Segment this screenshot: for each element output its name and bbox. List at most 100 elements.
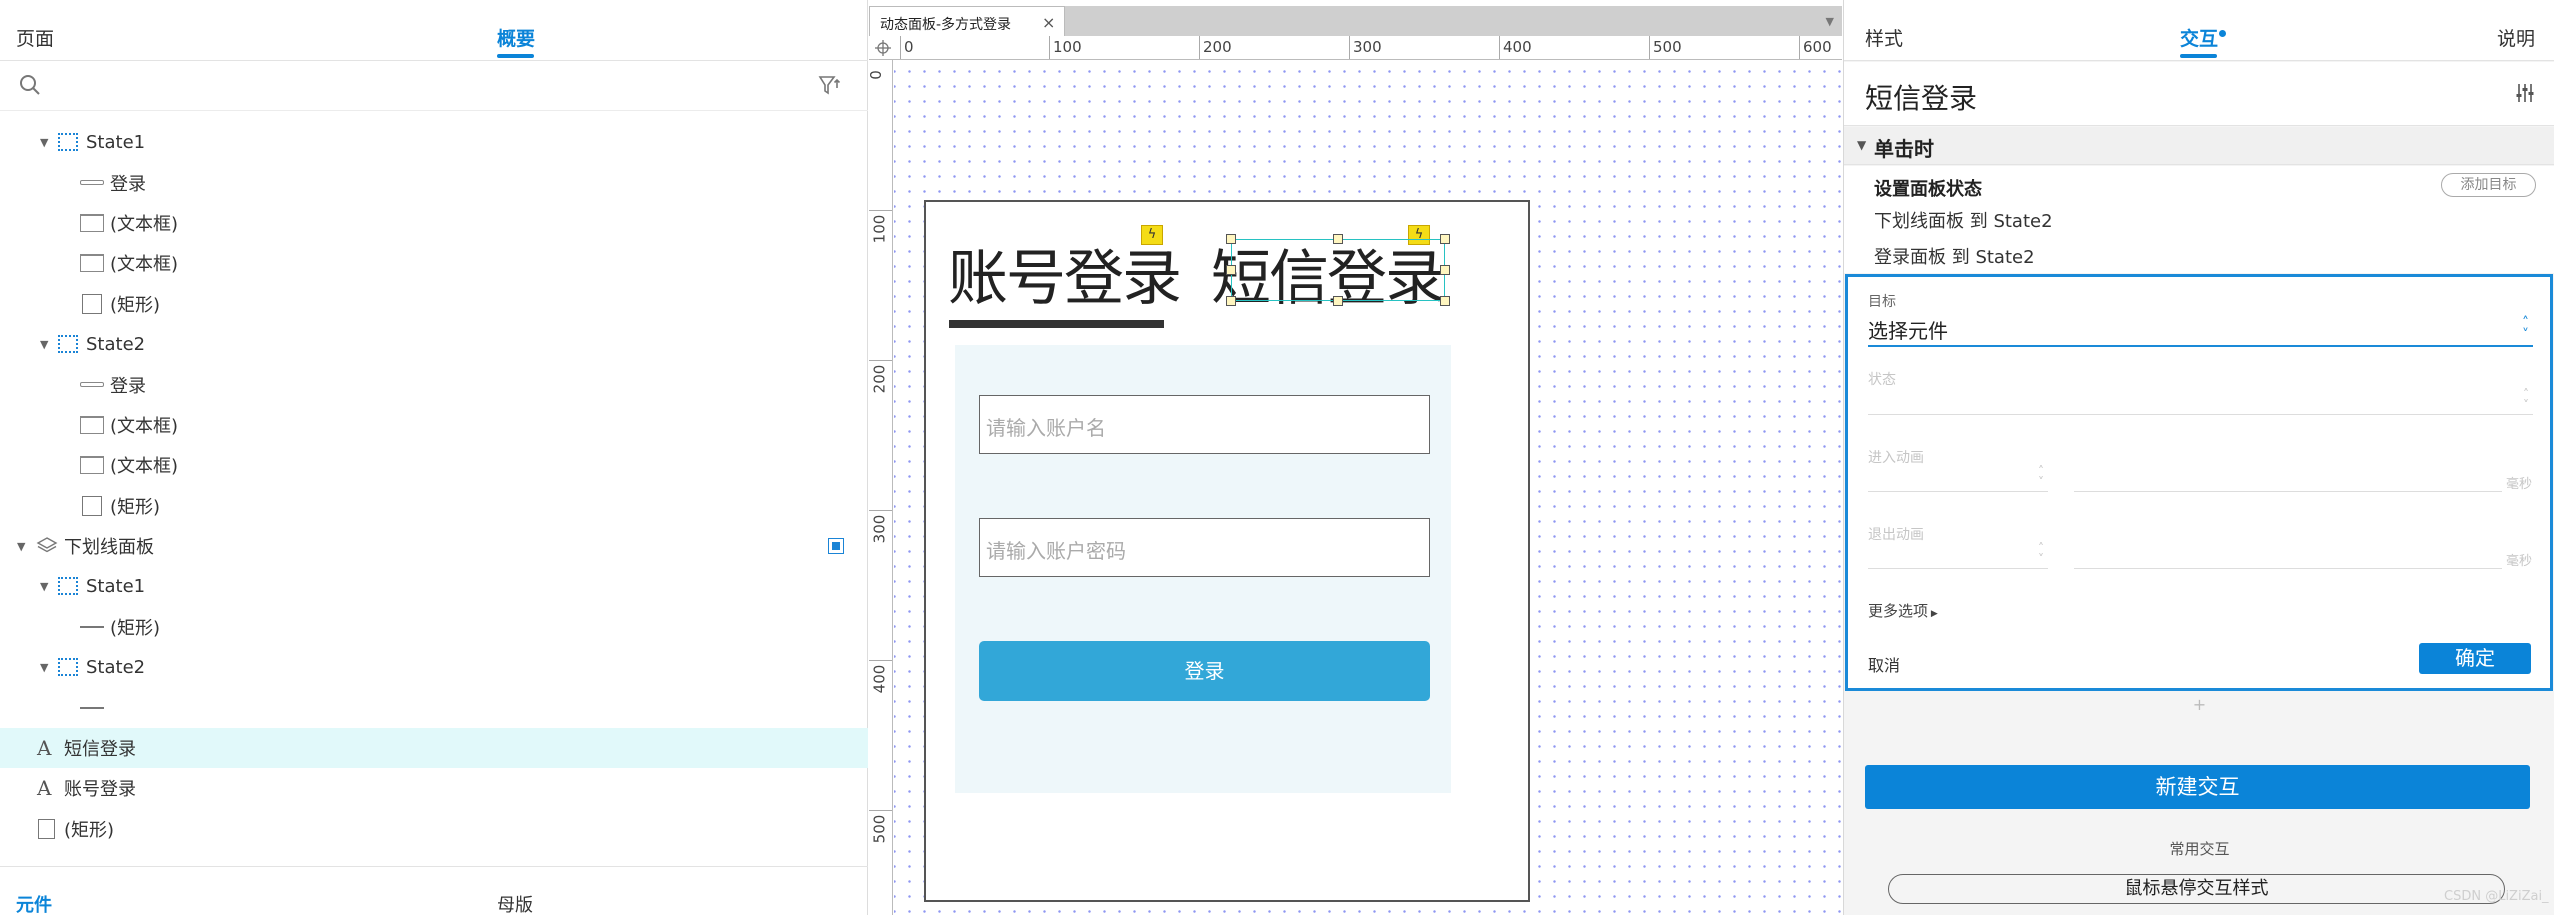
tree-row-textbox[interactable]: (文本框) bbox=[0, 445, 868, 485]
action-set-panel-state[interactable]: 设置面板状态 添加目标 下划线面板 到 State2 登录面板 到 State2 bbox=[1844, 166, 2554, 273]
tree-row-state1[interactable]: ▼ State1 bbox=[0, 566, 868, 606]
ruler-tick bbox=[900, 36, 901, 59]
ms-unit-label: 毫秒 bbox=[2506, 554, 2533, 569]
new-interaction-button[interactable]: 新建交互 bbox=[1865, 765, 2530, 809]
resize-handle[interactable] bbox=[1226, 234, 1236, 244]
ok-button[interactable]: 确定 bbox=[2419, 643, 2531, 674]
resize-handle[interactable] bbox=[1226, 265, 1236, 275]
action-title: 设置面板状态 bbox=[1874, 179, 1982, 200]
tab-masters[interactable]: 母版 bbox=[497, 891, 533, 915]
ruler-label: 200 bbox=[1203, 38, 1232, 56]
tree-row-rect[interactable]: (矩形) bbox=[0, 809, 868, 849]
dynamic-panel-frame[interactable]: 账号登录 ϟ 短信登录 ϟ 请输入账户名 请输入账户密码 登录 bbox=[924, 200, 1530, 902]
tree-row-textbox[interactable]: (文本框) bbox=[0, 405, 868, 445]
selection-box bbox=[1231, 239, 1445, 301]
collapse-arrow-icon[interactable]: ▼ bbox=[1857, 138, 1866, 152]
resize-handle[interactable] bbox=[1440, 296, 1450, 306]
tree-row-underline-panel[interactable]: ▼ 下划线面板 bbox=[0, 526, 868, 566]
login-button[interactable]: 登录 bbox=[979, 641, 1430, 701]
more-options-toggle[interactable]: 更多选项 ▶ bbox=[1868, 600, 1938, 621]
state-label: 状态 bbox=[1868, 372, 1896, 388]
text-icon: A bbox=[37, 776, 52, 801]
textbox-icon bbox=[80, 415, 104, 434]
add-action-icon[interactable]: + bbox=[1844, 692, 2554, 717]
settings-sliders-icon[interactable] bbox=[2514, 82, 2536, 104]
resize-handle[interactable] bbox=[1333, 234, 1343, 244]
enter-animation-label: 进入动画 bbox=[1868, 450, 1924, 466]
state-icon bbox=[58, 133, 78, 152]
left-bottom-tabs: 元件 母版 bbox=[0, 866, 868, 915]
password-input[interactable]: 请输入账户密码 bbox=[979, 518, 1430, 577]
tree-row-line-rect[interactable]: (矩形) bbox=[0, 607, 868, 647]
unsaved-dot-icon bbox=[2219, 30, 2226, 37]
login-panel[interactable]: 请输入账户名 请输入账户密码 登录 bbox=[955, 345, 1451, 793]
tree-row-line[interactable] bbox=[0, 687, 868, 727]
textbox-icon bbox=[80, 254, 104, 273]
tab-outline[interactable]: 概要 bbox=[497, 24, 535, 51]
tab-underline-bar[interactable] bbox=[949, 320, 1164, 328]
exit-duration-input[interactable] bbox=[2074, 543, 2502, 569]
tree-row-state1[interactable]: ▼ State1 bbox=[0, 122, 868, 162]
exit-animation-select[interactable]: ˄ ˅ bbox=[1868, 542, 2048, 569]
add-target-button[interactable]: 添加目标 bbox=[2441, 173, 2536, 197]
target-select[interactable]: 选择元件 ˄ ˅ bbox=[1868, 315, 2533, 347]
tree-row-rect[interactable]: (矩形) bbox=[0, 486, 868, 526]
right-tab-bar: 样式 交互 说明 bbox=[1844, 0, 2554, 61]
resize-handle[interactable] bbox=[1333, 296, 1343, 306]
tree-row-textbox[interactable]: (文本框) bbox=[0, 243, 868, 283]
state-icon bbox=[58, 658, 78, 677]
tree-row-rect[interactable]: (矩形) bbox=[0, 284, 868, 324]
resize-handle[interactable] bbox=[1440, 234, 1450, 244]
outline-search-bar[interactable] bbox=[0, 61, 868, 111]
resize-handle[interactable] bbox=[1226, 296, 1236, 306]
line-icon bbox=[80, 706, 104, 709]
hover-style-button[interactable]: 鼠标悬停交互样式 bbox=[1888, 874, 2505, 904]
tree-row-sms-login[interactable]: A 短信登录 bbox=[0, 727, 868, 769]
tab-notes[interactable]: 说明 bbox=[2497, 24, 2535, 51]
watermark: CSDN @LiZiZai_ bbox=[2444, 889, 2549, 904]
tab-interactions[interactable]: 交互 bbox=[2180, 24, 2218, 51]
rect-icon bbox=[38, 818, 55, 839]
resize-handle[interactable] bbox=[1440, 265, 1450, 275]
tree-row-login-button[interactable]: 登录 bbox=[0, 364, 868, 404]
enter-duration-input[interactable] bbox=[2074, 466, 2502, 492]
close-icon[interactable]: × bbox=[1042, 13, 1055, 32]
ruler-corner[interactable] bbox=[869, 36, 899, 60]
collapse-arrow-icon[interactable]: ▼ bbox=[40, 338, 48, 351]
tree-row-textbox[interactable]: (文本框) bbox=[0, 203, 868, 243]
tab-widgets[interactable]: 元件 bbox=[16, 891, 52, 915]
tree-row-state2[interactable]: ▼ State2 bbox=[0, 324, 868, 364]
common-interactions-label: 常用交互 bbox=[2169, 840, 2230, 858]
tab-style[interactable]: 样式 bbox=[1865, 24, 1903, 51]
enter-animation-select[interactable]: ˄ ˅ bbox=[1868, 465, 2048, 492]
tab-outline-underline bbox=[497, 54, 534, 58]
ruler-label: 500 bbox=[1653, 38, 1682, 56]
ruler-label: 300 bbox=[1353, 38, 1382, 56]
textbox-icon bbox=[80, 213, 104, 232]
collapse-arrow-icon[interactable]: ▼ bbox=[40, 661, 48, 674]
state-select[interactable]: ˄ ˅ bbox=[1868, 388, 2533, 415]
document-tab[interactable]: 动态面板-多方式登录 × bbox=[869, 6, 1065, 36]
ruler-label: 600 bbox=[1803, 38, 1832, 56]
filter-icon[interactable] bbox=[818, 74, 842, 96]
search-icon[interactable] bbox=[18, 73, 42, 97]
ruler-tick bbox=[1499, 36, 1500, 59]
element-name[interactable]: 短信登录 bbox=[1865, 77, 1977, 117]
action-target-item[interactable]: 登录面板 到 State2 bbox=[1874, 243, 2035, 269]
tab-dropdown-icon[interactable]: ▼ bbox=[1826, 15, 1834, 28]
button-icon bbox=[80, 180, 104, 186]
username-input[interactable]: 请输入账户名 bbox=[979, 395, 1430, 454]
target-select-value: 选择元件 bbox=[1868, 319, 1948, 343]
tree-row-account-login[interactable]: A 账号登录 bbox=[0, 768, 868, 808]
action-target-item[interactable]: 下划线面板 到 State2 bbox=[1874, 207, 2053, 233]
tree-label: State1 bbox=[86, 131, 146, 153]
cancel-button[interactable]: 取消 bbox=[1868, 652, 1900, 676]
tree-row-login-button[interactable]: 登录 bbox=[0, 162, 868, 202]
tree-row-state2[interactable]: ▼ State2 bbox=[0, 647, 868, 687]
collapse-arrow-icon[interactable]: ▼ bbox=[17, 540, 25, 553]
collapse-arrow-icon[interactable]: ▼ bbox=[40, 136, 48, 149]
collapse-arrow-icon[interactable]: ▼ bbox=[40, 580, 48, 593]
tab-pages[interactable]: 页面 bbox=[16, 24, 54, 51]
event-click[interactable]: ▼ 单击时 bbox=[1844, 127, 2554, 165]
event-label: 单击时 bbox=[1874, 137, 1934, 161]
